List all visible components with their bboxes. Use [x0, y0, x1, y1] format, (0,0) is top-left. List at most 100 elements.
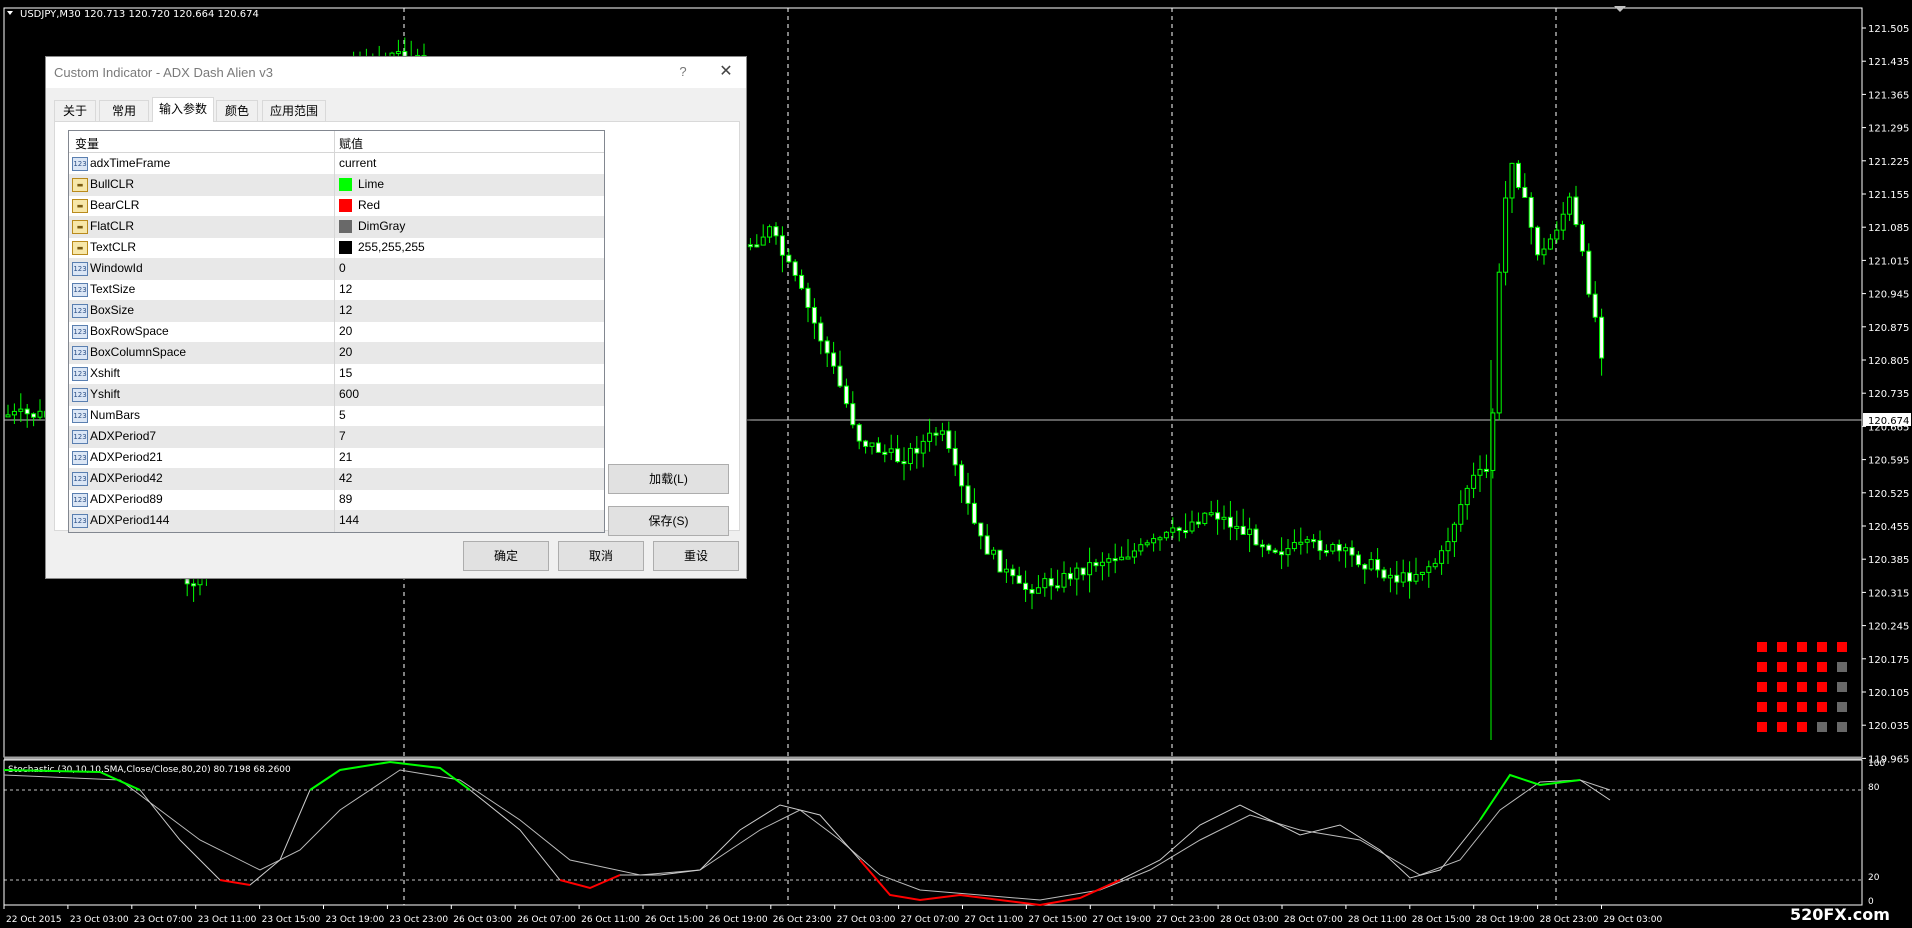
- param-value[interactable]: 42: [339, 471, 352, 485]
- table-row[interactable]: 123 BoxColumnSpace 20: [69, 342, 604, 364]
- param-name: BullCLR: [90, 177, 135, 191]
- candle-body: [1234, 525, 1240, 529]
- table-row[interactable]: 123 ADXPeriod89 89: [69, 489, 604, 511]
- table-row[interactable]: 123 adxTimeFrame current: [69, 153, 604, 175]
- param-value[interactable]: 144: [339, 513, 359, 527]
- candle-body: [1477, 468, 1483, 476]
- stoch-level-label: 80: [1868, 783, 1880, 793]
- table-row[interactable]: 123 ADXPeriod42 42: [69, 468, 604, 490]
- table-header: 变量 赋值: [69, 131, 604, 153]
- table-row[interactable]: 123 BoxSize 12: [69, 300, 604, 322]
- adx-dash-box: [1777, 722, 1787, 732]
- param-value[interactable]: 20: [339, 324, 352, 338]
- param-value[interactable]: 12: [339, 282, 352, 296]
- param-value[interactable]: 255,255,255: [358, 240, 425, 254]
- table-row[interactable]: 123 BoxRowSpace 20: [69, 321, 604, 343]
- param-name: Yshift: [90, 387, 121, 401]
- adx-dash-box: [1837, 722, 1847, 732]
- time-tick-label: 27 Oct 03:00: [837, 915, 896, 925]
- candle-body: [1458, 504, 1464, 525]
- candle-body: [1394, 574, 1400, 583]
- color-swatch[interactable]: [339, 220, 352, 233]
- table-row[interactable]: 123 TextSize 12: [69, 279, 604, 301]
- param-name: TextCLR: [90, 240, 137, 254]
- table-row[interactable]: ▬ BearCLR Red: [69, 195, 604, 217]
- table-row[interactable]: 123 ADXPeriod7 7: [69, 426, 604, 448]
- table-row[interactable]: 123 WindowId 0: [69, 258, 604, 280]
- candle-body: [1291, 542, 1297, 550]
- candle-body: [1208, 512, 1214, 516]
- current-price-label: 120.674: [1868, 416, 1909, 427]
- param-value[interactable]: Red: [358, 198, 380, 212]
- close-icon[interactable]: ✕: [714, 61, 738, 83]
- price-tick-label: 121.295: [1868, 124, 1909, 135]
- candle-body: [1426, 566, 1432, 573]
- candle-body: [856, 424, 862, 442]
- table-row[interactable]: 123 ADXPeriod144 144: [69, 510, 604, 532]
- table-row[interactable]: ▬ TextCLR 255,255,255: [69, 237, 604, 259]
- reset-button[interactable]: 重设: [653, 541, 739, 571]
- number-type-icon: 123: [72, 304, 88, 318]
- candle-body: [1330, 544, 1336, 552]
- candle-body: [1074, 567, 1080, 580]
- save-button[interactable]: 保存(S): [608, 506, 729, 536]
- param-value[interactable]: 600: [339, 387, 359, 401]
- adx-dash-box: [1837, 662, 1847, 672]
- ok-button[interactable]: 确定: [463, 541, 549, 571]
- table-row[interactable]: ▬ BullCLR Lime: [69, 174, 604, 196]
- param-name: TextSize: [90, 282, 136, 296]
- candle-body: [927, 432, 933, 442]
- table-row[interactable]: 123 NumBars 5: [69, 405, 604, 427]
- candle-body: [811, 306, 817, 324]
- param-value[interactable]: current: [339, 156, 376, 170]
- param-value[interactable]: 20: [339, 345, 352, 359]
- candle-body: [1503, 197, 1509, 273]
- column-divider[interactable]: [334, 131, 335, 532]
- candle-body: [799, 274, 805, 289]
- candle-body: [1035, 587, 1041, 594]
- tab-inputs[interactable]: 输入参数: [152, 97, 214, 122]
- param-value[interactable]: 12: [339, 303, 352, 317]
- param-value[interactable]: 0: [339, 261, 346, 275]
- tab-colors[interactable]: 颜色: [216, 100, 258, 121]
- candle-body: [1266, 544, 1272, 551]
- color-swatch[interactable]: [339, 178, 352, 191]
- table-row[interactable]: 123 Yshift 600: [69, 384, 604, 406]
- number-type-icon: 123: [72, 157, 88, 171]
- table-row[interactable]: ▬ FlatCLR DimGray: [69, 216, 604, 238]
- tab-panel-inputs: 变量 赋值 123 adxTimeFrame current ▬ BullCLR Lime…: [54, 121, 740, 536]
- cancel-button[interactable]: 取消: [558, 541, 644, 571]
- candle-body: [1157, 537, 1163, 541]
- param-value[interactable]: 5: [339, 408, 346, 422]
- help-icon[interactable]: ?: [673, 62, 693, 82]
- tab-common[interactable]: 常用: [99, 100, 149, 121]
- adx-dash-box: [1837, 682, 1847, 692]
- candle-body: [1592, 293, 1598, 318]
- tab-about[interactable]: 关于: [54, 100, 96, 121]
- column-header-variable: 变量: [75, 137, 100, 151]
- stoch-overbought-segment: [1479, 773, 1581, 821]
- param-value[interactable]: 89: [339, 492, 352, 506]
- color-swatch[interactable]: [339, 241, 352, 254]
- color-swatch[interactable]: [339, 199, 352, 212]
- param-name: WindowId: [90, 261, 143, 275]
- load-button[interactable]: 加载(L): [608, 464, 729, 494]
- table-row[interactable]: 123 ADXPeriod21 21: [69, 447, 604, 469]
- param-value[interactable]: 15: [339, 366, 352, 380]
- table-row[interactable]: 123 Xshift 15: [69, 363, 604, 385]
- param-value[interactable]: 21: [339, 450, 352, 464]
- dialog-titlebar[interactable]: Custom Indicator - ADX Dash Alien v3 ? ✕: [46, 57, 746, 88]
- param-value[interactable]: Lime: [358, 177, 384, 191]
- param-value[interactable]: DimGray: [358, 219, 405, 233]
- price-tick-label: 121.225: [1868, 157, 1909, 168]
- candle-body: [1112, 558, 1118, 562]
- candle-body: [914, 447, 920, 454]
- number-type-icon: 123: [72, 367, 88, 381]
- tab-scope[interactable]: 应用范围: [262, 100, 326, 121]
- param-value[interactable]: 7: [339, 429, 346, 443]
- time-tick-label: 23 Oct 11:00: [198, 915, 257, 925]
- parameters-table: 变量 赋值 123 adxTimeFrame current ▬ BullCLR Lime…: [68, 130, 605, 533]
- adx-dash-box: [1837, 702, 1847, 712]
- candle-body: [1381, 569, 1387, 579]
- chart-header: USDJPY,M30 120.713 120.720 120.664 120.6…: [20, 9, 259, 20]
